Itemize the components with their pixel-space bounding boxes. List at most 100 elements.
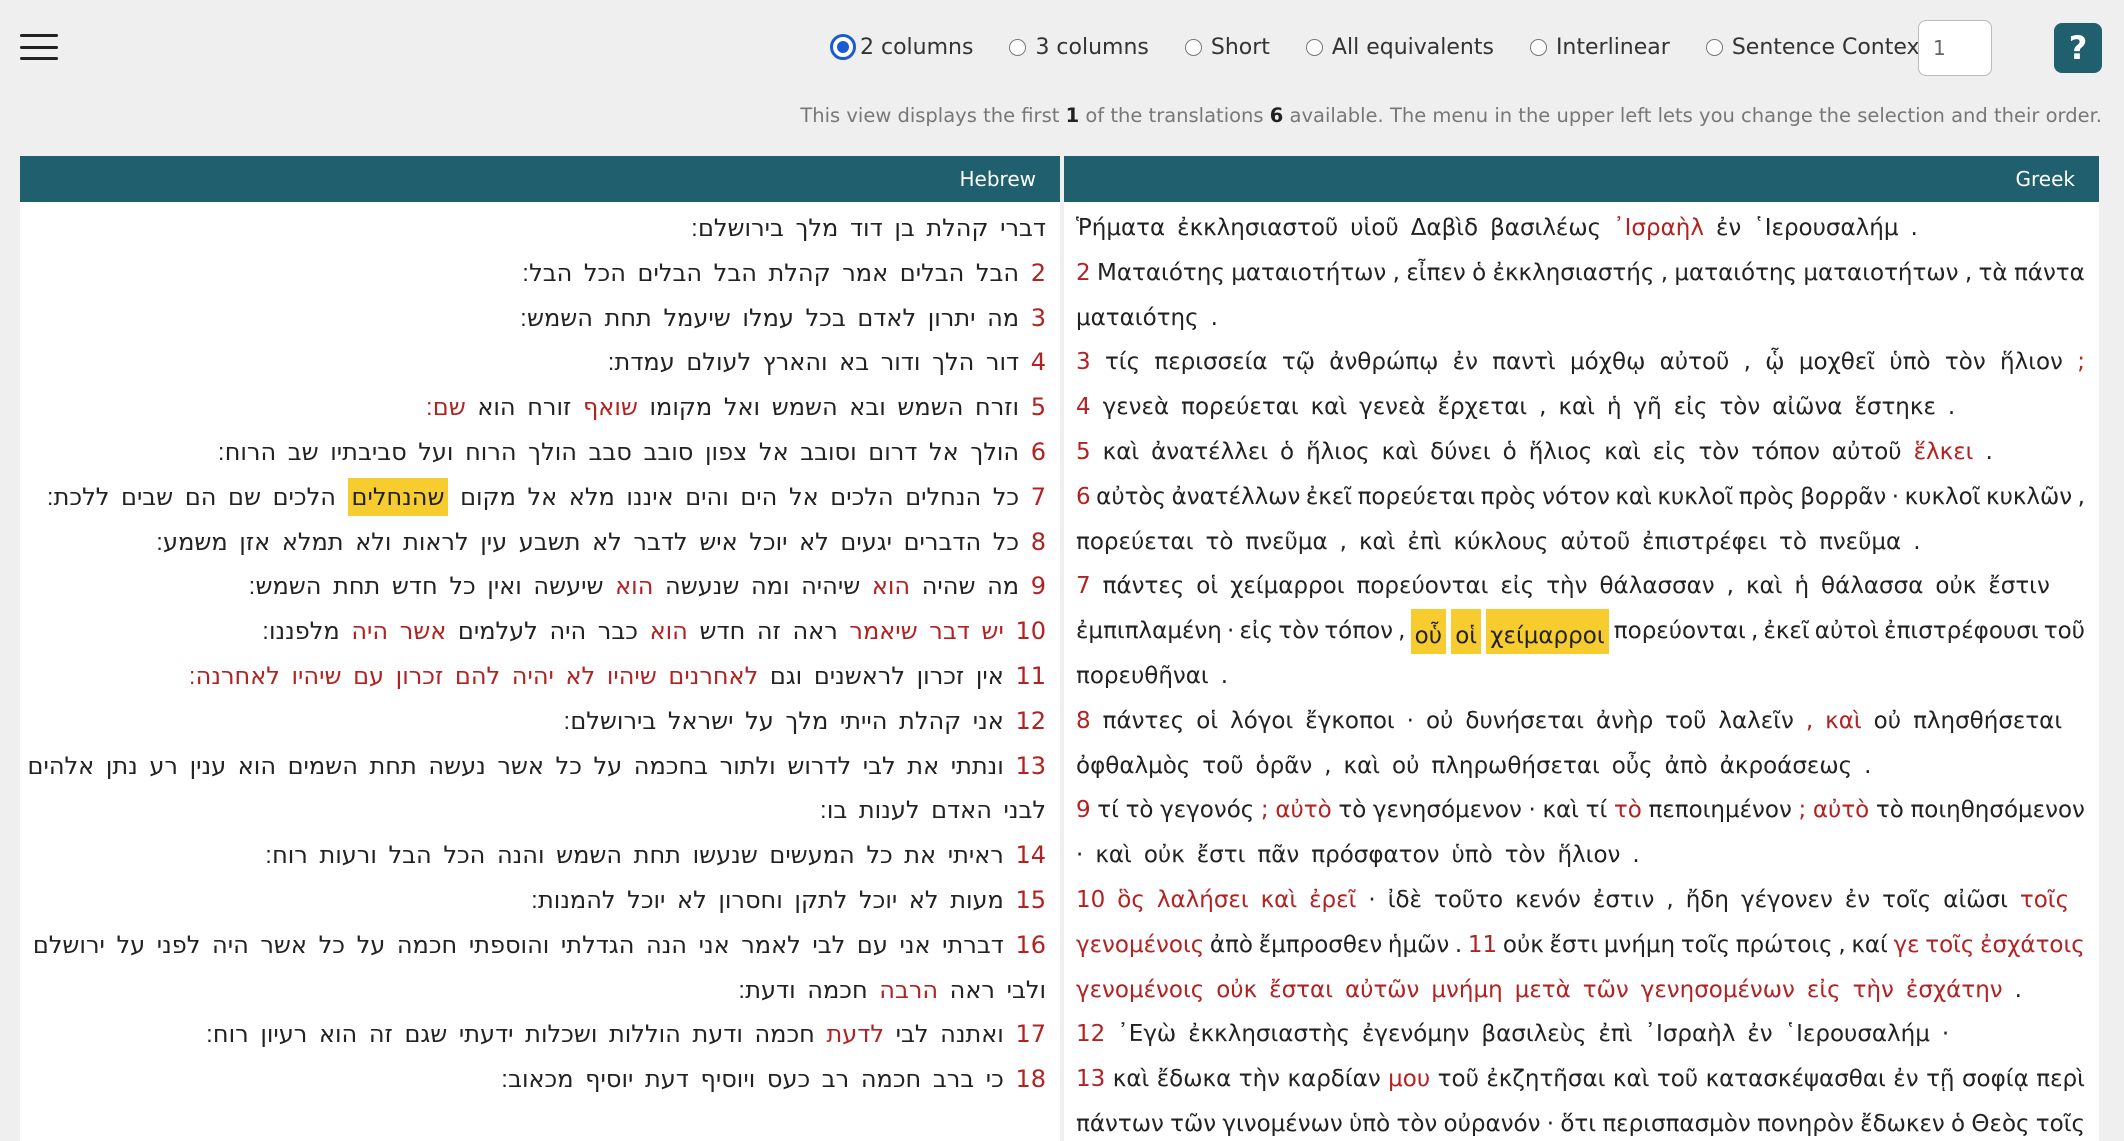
greek-word[interactable]: ὑπὸ xyxy=(1889,340,1930,385)
greek-word[interactable]: τὸν xyxy=(1719,385,1760,430)
greek-word[interactable]: πορεύεται xyxy=(1076,520,1193,565)
greek-word[interactable]: , xyxy=(1666,878,1673,923)
greek-word[interactable]: γῆ xyxy=(1634,385,1662,430)
greek-word[interactable]: ἐκκλησιαστής xyxy=(1493,251,1655,296)
help-button[interactable]: ? xyxy=(2054,23,2102,73)
view-mode-option[interactable]: Sentence Context xyxy=(1705,35,1928,60)
greek-word[interactable]: αὐτὸ xyxy=(1275,788,1331,833)
greek-word[interactable]: . xyxy=(1221,654,1228,699)
greek-word[interactable]: ἐν xyxy=(1845,878,1870,923)
greek-word[interactable]: ἐπὶ xyxy=(1598,1012,1632,1057)
hebrew-segment[interactable]: הוא xyxy=(615,572,653,600)
greek-word[interactable]: καὶ xyxy=(1311,385,1348,430)
hebrew-segment[interactable]: חכמה ודעת הוללות ושכלות ידעתי שגם זה הוא… xyxy=(206,1020,827,1048)
greek-word[interactable]: δυνήσεται xyxy=(1465,699,1584,744)
greek-word[interactable]: πνεῦμα xyxy=(1245,520,1327,565)
greek-word[interactable]: τοῖς xyxy=(1925,923,1974,968)
greek-word[interactable]: εἰς xyxy=(1500,564,1534,609)
greek-word[interactable]: εἰς xyxy=(1674,385,1708,430)
hebrew-segment[interactable]: שם׃ xyxy=(426,393,466,421)
greek-word[interactable]: πρόσφατον xyxy=(1311,833,1439,878)
greek-word[interactable]: τὰ xyxy=(1979,251,2008,296)
greek-word[interactable]: οἱ xyxy=(1196,564,1218,609)
greek-word[interactable]: αὐτῶν xyxy=(1345,968,1419,1013)
view-mode-option[interactable]: All equivalents xyxy=(1305,35,1494,60)
greek-word[interactable]: υἱοῦ xyxy=(1350,206,1398,251)
greek-word[interactable]: αὐτὸς xyxy=(1096,475,1166,520)
hebrew-segment[interactable]: דברתי אני עם לבי לאמר אני הנה הגדלתי והו… xyxy=(33,931,1016,959)
hebrew-segment[interactable]: כל הנחלים הלכים אל הים והים איננו מלא אל… xyxy=(448,483,1030,511)
greek-word[interactable]: ᾿Ισραὴλ xyxy=(1645,1012,1736,1057)
greek-word[interactable]: ὑπὸ xyxy=(1451,833,1492,878)
greek-word[interactable]: παντὶ xyxy=(1492,340,1556,385)
greek-word[interactable]: τί xyxy=(1586,788,1608,833)
greek-word[interactable]: . xyxy=(2015,968,2022,1013)
greek-word[interactable]: ἐκκλησιαστὴς xyxy=(1188,1012,1350,1057)
greek-word[interactable]: · xyxy=(1407,699,1414,744)
greek-word[interactable]: ἡμῶν xyxy=(1388,923,1449,968)
greek-word[interactable]: ματαιοτήτων xyxy=(1803,251,1958,296)
hebrew-segment[interactable]: כבר היה לעלמים xyxy=(446,617,649,645)
greek-word[interactable]: πλησθήσεται xyxy=(1913,699,2062,744)
greek-word[interactable]: ; xyxy=(2077,340,2085,385)
greek-word[interactable]: γενησόμενον xyxy=(1373,788,1522,833)
greek-word[interactable]: ἐκζητῆσαι xyxy=(1486,1057,1605,1102)
greek-word[interactable]: ἐστιν xyxy=(1593,878,1655,923)
greek-word[interactable]: ἔμπροσθεν xyxy=(1259,923,1383,968)
greek-word[interactable]: οὐκ xyxy=(1216,968,1257,1013)
greek-word[interactable]: καὶ xyxy=(1103,430,1140,475)
greek-word[interactable]: ἔστι xyxy=(1550,923,1599,968)
greek-word[interactable]: αἰῶνα xyxy=(1772,385,1842,430)
greek-word[interactable]: τὸ xyxy=(1779,520,1807,565)
greek-word[interactable]: ἀνατέλλει xyxy=(1151,430,1268,475)
greek-word[interactable]: δύνει xyxy=(1430,430,1490,475)
hebrew-segment[interactable]: ראיתי את כל המעשים שנעשו תחת השמש והנה ה… xyxy=(265,841,1015,869)
greek-word[interactable]: ἀπὸ xyxy=(1665,744,1708,789)
greek-word[interactable]: γενομένοις xyxy=(1076,968,1204,1013)
greek-word[interactable]: περισπασμὸν xyxy=(1602,1102,1750,1141)
greek-word[interactable]: , xyxy=(1398,609,1405,654)
greek-word[interactable]: ᾿Ισραὴλ xyxy=(1613,206,1704,251)
greek-word[interactable]: , xyxy=(1965,251,1972,296)
greek-word[interactable]: Ῥήματα xyxy=(1076,206,1165,251)
hebrew-segment[interactable]: אשר היה xyxy=(351,617,446,645)
hebrew-segment[interactable]: מעות לא יוכל לתקן וחסרון לא יוכל להמנות׃ xyxy=(531,886,1016,914)
greek-word[interactable]: πεποιημένον xyxy=(1648,788,1791,833)
greek-word[interactable]: γε xyxy=(1894,923,1920,968)
greek-word[interactable]: ἐπιστρέφει xyxy=(1642,520,1767,565)
greek-word[interactable]: τίς xyxy=(1105,340,1140,385)
greek-word[interactable]: μοχθεῖ xyxy=(1799,340,1875,385)
hebrew-segment[interactable]: ולבי ראה xyxy=(938,976,1046,1004)
greek-word[interactable]: , xyxy=(1661,251,1668,296)
greek-word[interactable]: πορεύονται xyxy=(1614,609,1746,654)
greek-word[interactable]: αἰῶσι xyxy=(1943,878,2008,923)
greek-word[interactable]: αὐτοὶ xyxy=(1815,609,1879,654)
greek-word[interactable]: γενεὰ xyxy=(1359,385,1425,430)
greek-word[interactable]: καὶ xyxy=(1542,788,1579,833)
greek-word[interactable]: ἐρεῖ xyxy=(1309,878,1356,923)
greek-word[interactable]: εἶπεν xyxy=(1406,251,1465,296)
greek-word[interactable]: οὐκ xyxy=(1503,923,1544,968)
greek-word[interactable]: ἕστηκε xyxy=(1854,385,1935,430)
greek-word[interactable]: περισσεία xyxy=(1154,340,1267,385)
hebrew-segment[interactable]: שיעשה ואין כל חדש תחת השמש׃ xyxy=(248,572,615,600)
greek-word[interactable]: ἐμπιπλαμένη xyxy=(1076,609,1222,654)
radio-unchecked-icon[interactable] xyxy=(1529,38,1547,56)
greek-word[interactable]: αὐτοῦ xyxy=(1560,520,1630,565)
greek-word[interactable]: , xyxy=(1727,564,1734,609)
view-mode-option[interactable]: Interlinear xyxy=(1529,35,1670,60)
greek-word[interactable]: . xyxy=(1911,206,1918,251)
greek-word[interactable]: λαλήσει xyxy=(1157,878,1249,923)
hebrew-segment[interactable]: שיהיה ומה שנעשה xyxy=(653,572,871,600)
hebrew-segment[interactable]: כל הדברים יגעים לא יוכל איש לדבר לא תשבע… xyxy=(156,528,1031,556)
hebrew-segment[interactable]: חכמה ודעת׃ xyxy=(738,976,879,1004)
greek-word[interactable]: ὁ xyxy=(1951,1102,1965,1141)
greek-word[interactable]: τῶν xyxy=(1170,1102,1216,1141)
greek-word[interactable]: καὶ xyxy=(1359,520,1396,565)
greek-word[interactable]: ἐπιστρέφουσι xyxy=(1884,609,2038,654)
greek-word[interactable]: πονηρὸν xyxy=(1757,1102,1854,1141)
greek-word[interactable]: πορεύονται xyxy=(1357,564,1489,609)
greek-word[interactable]: ἀπὸ xyxy=(1210,923,1253,968)
greek-word[interactable]: γεγονός xyxy=(1160,788,1254,833)
greek-word[interactable]: ὃς xyxy=(1117,878,1145,923)
